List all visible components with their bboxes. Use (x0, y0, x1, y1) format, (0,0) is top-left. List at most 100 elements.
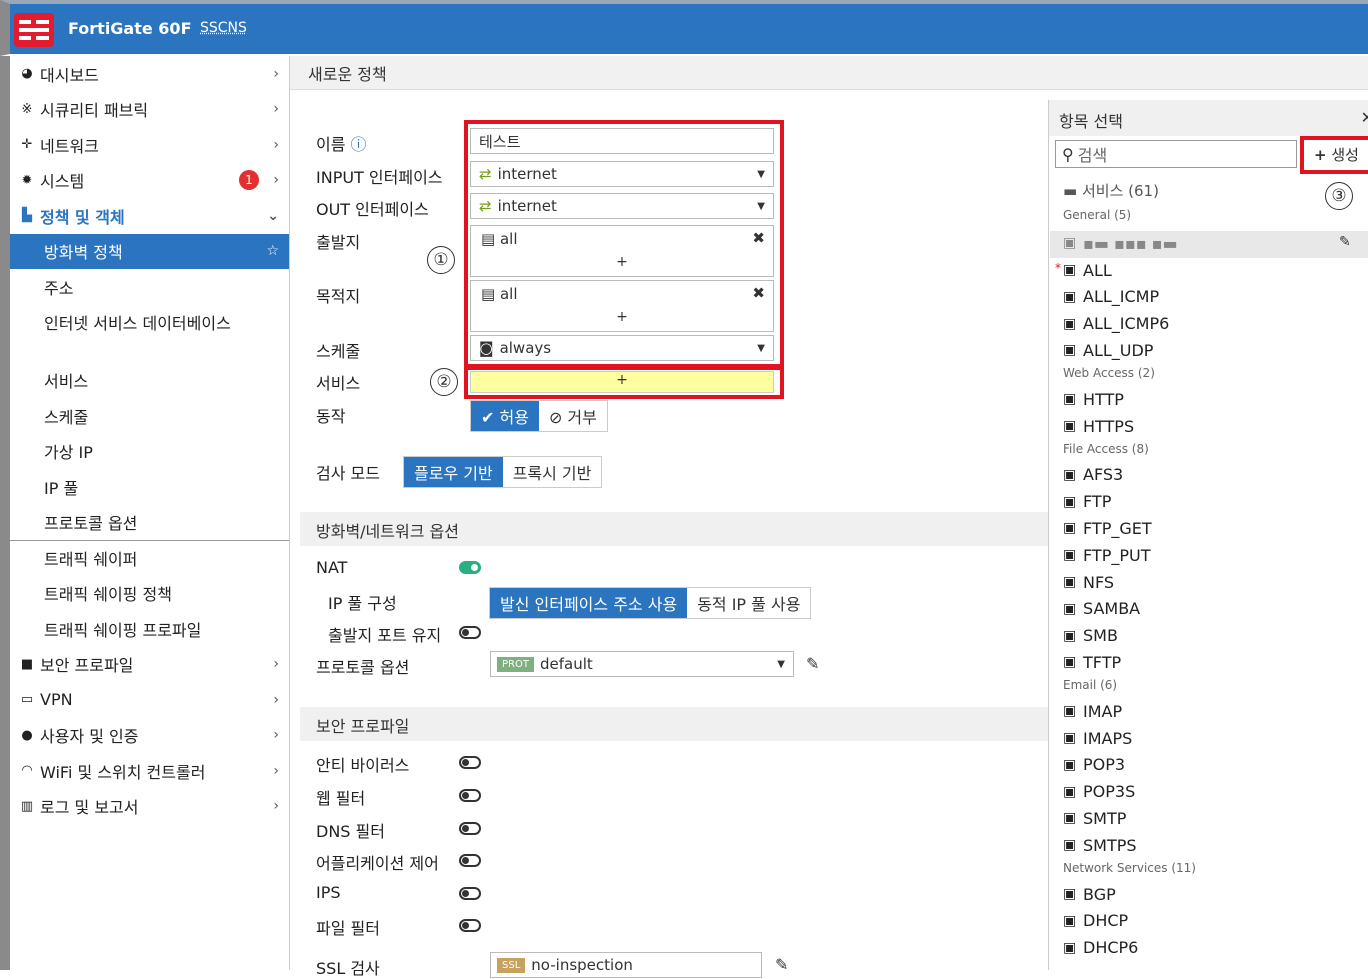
protocol-options-label: 프로토콜 옵션 (316, 658, 410, 677)
service-item[interactable]: ▣ DHCP6 (1063, 936, 1138, 960)
chevron-right-icon: › (273, 172, 279, 189)
sidebar-item-isdb[interactable]: 인터넷 서비스 데이터베이스 (10, 305, 289, 363)
service-item[interactable]: ▣ HTTPS (1063, 414, 1134, 438)
service-icon: ▣ (1063, 418, 1077, 434)
service-item[interactable]: ▣ ALL_ICMP6 (1063, 312, 1169, 336)
flow-based-button[interactable]: 플로우 기반 (404, 457, 503, 487)
info-icon[interactable]: ⓘ (351, 135, 367, 154)
service-item[interactable]: ▣ ALL_ICMP (1063, 285, 1159, 309)
sidebar-item-schedules[interactable]: 스케줄 (10, 398, 289, 434)
service-icon: ▣ (1063, 520, 1077, 537)
service-icon: ▣ (1063, 547, 1077, 564)
sidebar-item-traffic-shaping-profile[interactable]: 트래픽 쉐이핑 프로파일 (10, 611, 289, 647)
sidebar-item-policy-objects[interactable]: ▙ 정책 및 객체 ⌄ (10, 198, 289, 234)
edit-pencil-icon[interactable]: ✎ (1339, 234, 1351, 250)
service-item[interactable]: ▣ FTP (1063, 490, 1111, 514)
service-icon: ▣ (1063, 493, 1077, 510)
sidebar-item-security-fabric[interactable]: ※ 시큐리티 패브릭 › (10, 92, 289, 128)
service-item[interactable]: ▣ IMAP (1063, 699, 1122, 723)
edit-pencil-icon[interactable]: ✎ (806, 654, 819, 673)
service-item[interactable]: ▣ FTP_GET (1063, 516, 1152, 540)
protocol-options-select[interactable]: PROT default ▼ (490, 651, 794, 677)
file-filter-toggle[interactable] (459, 919, 481, 932)
panel-header: 항목 선택 ✕ (1049, 100, 1368, 136)
deny-button[interactable]: ⊘ 거부 (538, 401, 607, 431)
sidebar-item-system[interactable]: ✹ 시스템 1 › (10, 163, 289, 199)
service-item[interactable]: ▣ DHCP (1063, 909, 1128, 933)
web-filter-toggle[interactable] (459, 789, 481, 802)
inspection-mode-label: 검사 모드 (316, 464, 380, 483)
chevron-right-icon: › (273, 136, 279, 153)
edit-pencil-icon[interactable]: ✎ (775, 955, 788, 974)
sidebar-item-firewall-policy[interactable]: 방화벽 정책 ☆ (10, 233, 289, 269)
service-item[interactable]: ▣ NFS (1063, 570, 1114, 594)
service-item[interactable]: ▣ AFS3 (1063, 463, 1123, 487)
service-item[interactable]: ▣ IMAPS (1063, 726, 1132, 750)
service-item[interactable]: ▣ POP3S (1063, 780, 1135, 804)
source-label: 출발지 (316, 233, 361, 252)
annotation-number-3: ③ (1325, 182, 1353, 210)
use-outgoing-interface-button[interactable]: 발신 인터페이스 주소 사용 (490, 588, 688, 618)
dynamic-ip-pool-button[interactable]: 동적 IP 풀 사용 (687, 588, 811, 618)
dns-filter-toggle[interactable] (459, 822, 481, 835)
policy-icon: ▙ (22, 208, 32, 224)
service-group-header[interactable]: ▬ 서비스 (61) (1063, 180, 1159, 201)
preserve-source-port-toggle[interactable] (459, 626, 481, 639)
app-control-label: 어플리케이션 제어 (316, 854, 439, 873)
proxy-based-button[interactable]: 프록시 기반 (502, 457, 602, 487)
ips-label: IPS (316, 883, 341, 902)
annotation-box-3 (1300, 136, 1368, 174)
service-item[interactable]: ▣ POP3 (1063, 753, 1125, 777)
hostname-link[interactable]: SSCNS (200, 20, 247, 36)
app-control-toggle[interactable] (459, 854, 481, 867)
service-item[interactable]: ▣ SMTPS (1063, 833, 1137, 857)
service-item[interactable]: ▣ ALL (1063, 258, 1112, 282)
sidebar-item-dashboard[interactable]: ◕ 대시보드 › (10, 56, 289, 92)
sidebar-item-traffic-shapers[interactable]: 트래픽 쉐이퍼 (10, 540, 289, 576)
search-input[interactable]: ⚲ 검색 (1055, 140, 1297, 168)
page-header: 새로운 정책 (290, 56, 1368, 90)
close-icon[interactable]: ✕ (1361, 108, 1368, 127)
sidebar-item-security-profiles[interactable]: ■ 보안 프로파일 › (10, 647, 289, 683)
ssl-inspection-select[interactable]: SSL no-inspection (490, 952, 762, 978)
service-item[interactable]: ▣ BGP (1063, 882, 1116, 906)
file-filter-label: 파일 필터 (316, 919, 380, 938)
service-icon: ▣ (1063, 235, 1077, 251)
service-item[interactable]: ▣ TFTP (1063, 650, 1121, 674)
service-icon: ▣ (1063, 939, 1077, 956)
star-icon[interactable]: ☆ (266, 243, 279, 259)
web-filter-label: 웹 필터 (316, 789, 366, 808)
annotation-number-2: ② (430, 368, 458, 396)
service-icon: ▣ (1063, 262, 1077, 278)
network-icon: ✛ (21, 137, 33, 153)
antivirus-toggle[interactable] (459, 756, 481, 769)
service-item[interactable]: ▣ SAMBA (1063, 597, 1140, 621)
sidebar-item-vpn[interactable]: ▭ VPN › (10, 682, 289, 718)
service-icon: ▣ (1063, 342, 1077, 359)
top-bar: FortiGate 60F SSCNS (0, 0, 1368, 56)
service-icon: ▣ (1063, 391, 1077, 408)
sidebar-item-addresses[interactable]: 주소 (10, 269, 289, 305)
sidebar-item-protocol-options[interactable]: 프로토콜 옵션 (10, 505, 289, 541)
service-item[interactable]: ▣ HTTP (1063, 387, 1124, 411)
service-item[interactable]: ▣ FTP_PUT (1063, 543, 1150, 567)
sidebar-item-wifi-switch[interactable]: ◠ WiFi 및 스위치 컨트롤러 › (10, 753, 289, 789)
service-item[interactable]: ▣ ALL_UDP (1063, 338, 1153, 362)
sidebar-item-virtual-ip[interactable]: 가상 IP (10, 434, 289, 470)
accept-button[interactable]: ✔ 허용 (471, 401, 539, 431)
annotation-box-1 (464, 120, 784, 368)
service-item[interactable]: ▣ SMB (1063, 624, 1118, 648)
nat-toggle[interactable] (459, 561, 481, 574)
ips-toggle[interactable] (459, 887, 481, 900)
sidebar-item-user-auth[interactable]: ● 사용자 및 인증 › (10, 718, 289, 754)
sidebar-item-log-report[interactable]: ▥ 로그 및 보고서 › (10, 789, 289, 825)
dashboard-icon: ◕ (21, 66, 33, 82)
fabric-icon: ※ (21, 101, 33, 117)
service-item[interactable]: ▣ SMTP (1063, 806, 1126, 830)
sidebar-item-traffic-shaping-policy[interactable]: 트래픽 쉐이핑 정책 (10, 576, 289, 612)
preserve-source-port-label: 출발지 포트 유지 (328, 626, 442, 645)
sidebar-item-services[interactable]: 서비스 (10, 363, 289, 399)
sidebar-item-network[interactable]: ✛ 네트워크 › (10, 127, 289, 163)
sidebar-item-ip-pools[interactable]: IP 풀 (10, 469, 289, 505)
lock-icon: ■ (20, 656, 34, 672)
